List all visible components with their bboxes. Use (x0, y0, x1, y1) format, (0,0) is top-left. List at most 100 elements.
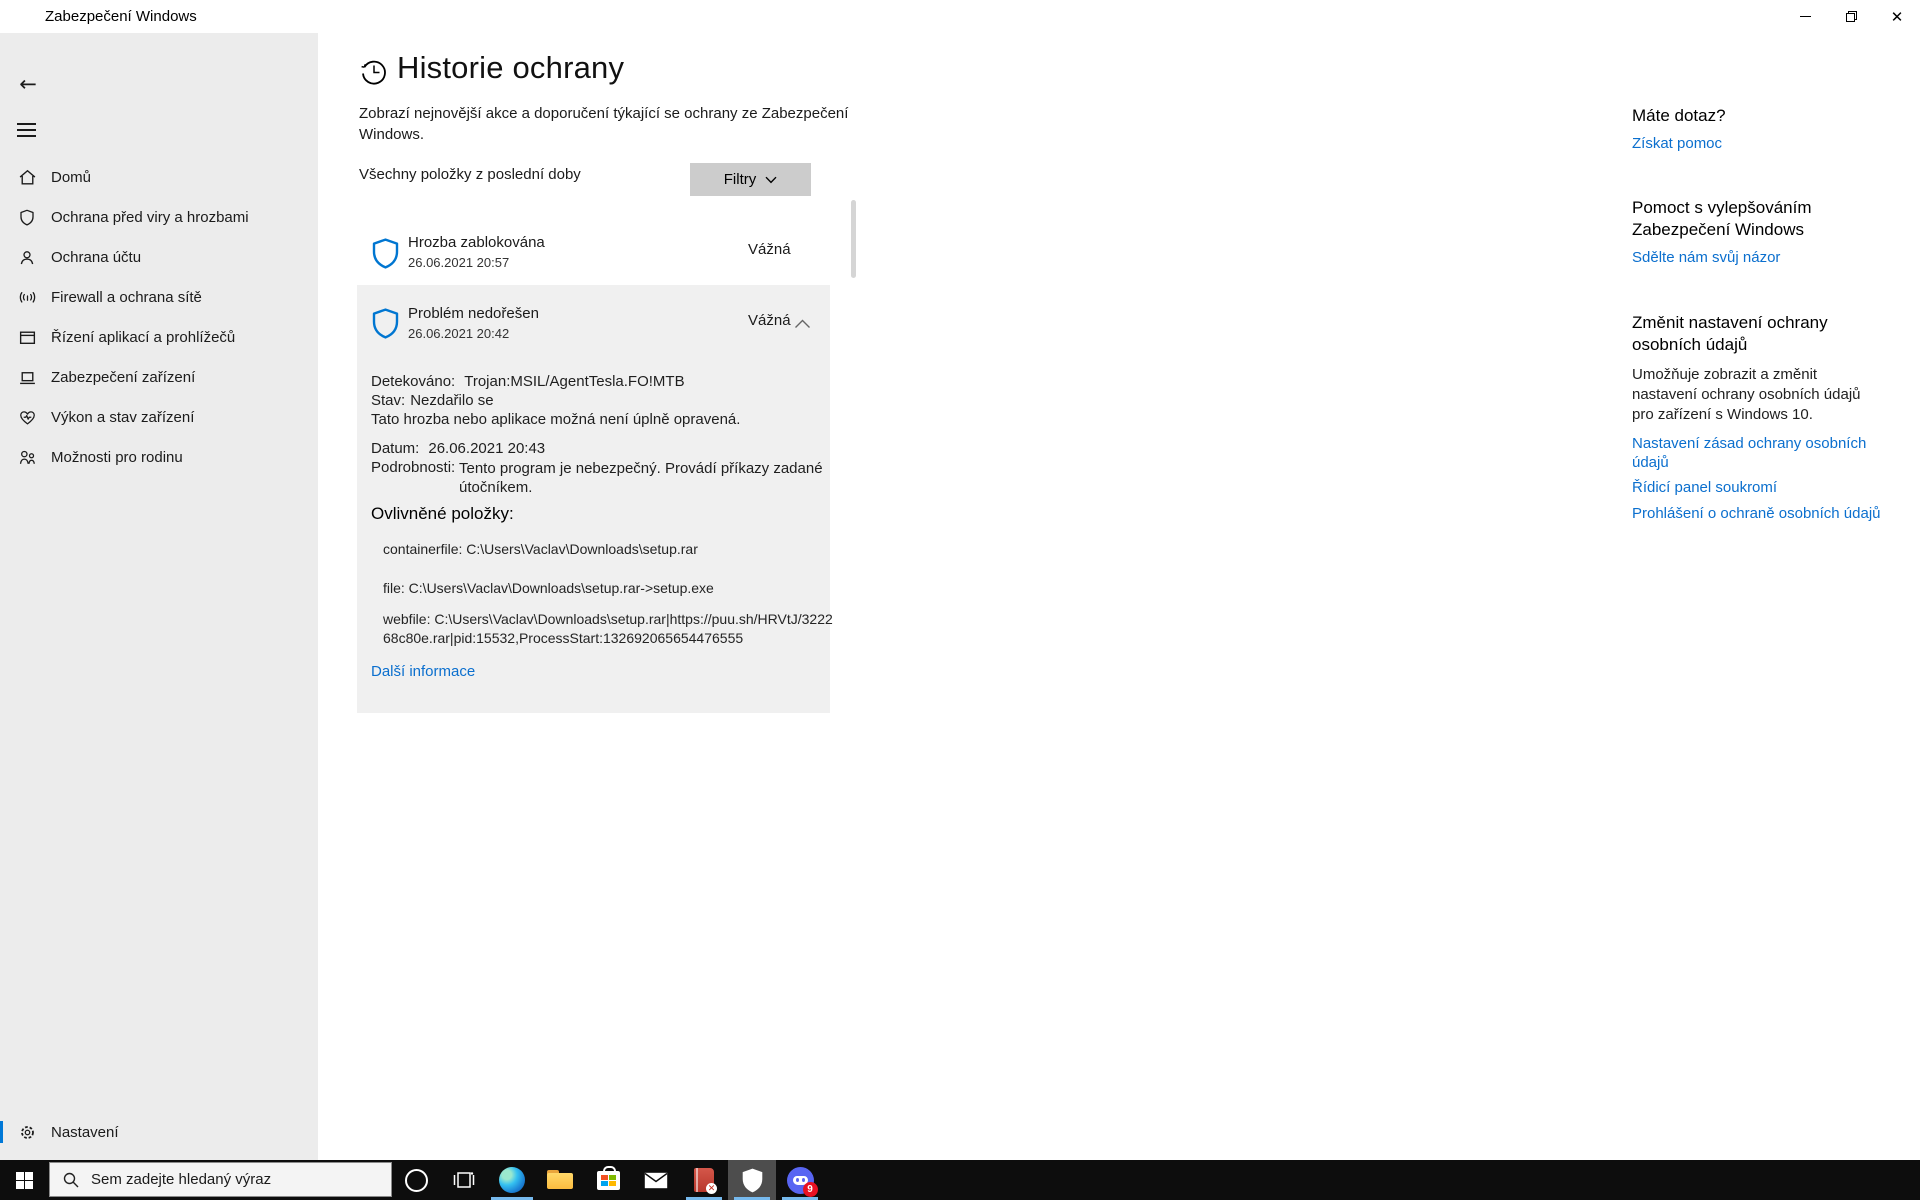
sidebar-item-home[interactable]: Domů (0, 157, 318, 197)
start-button[interactable] (0, 1160, 48, 1200)
task-view-icon (453, 1171, 475, 1189)
mail-button[interactable] (632, 1160, 680, 1200)
sidebar-item-app-browser-control[interactable]: Řízení aplikací a prohlížečů (0, 317, 318, 357)
affected-items-heading: Ovlivněné položky: (371, 504, 514, 524)
detected-line: Detekováno: Trojan:MSIL/AgentTesla.FO!MTB (371, 373, 685, 390)
sidebar-item-label: Výkon a stav zařízení (51, 409, 194, 426)
taskbar-search[interactable] (49, 1162, 392, 1197)
threat-shield-icon (372, 238, 399, 269)
privacy-statement-link[interactable]: Prohlášení o ochraně osobních údajů (1632, 504, 1881, 523)
status-line: Stav: Nezdařilo se (371, 392, 494, 409)
privacy-heading: Změnit nastavení ochrany osobních údajů (1632, 312, 1884, 356)
privacy-settings-link[interactable]: Nastavení zásad ochrany osobních údajů (1632, 434, 1882, 472)
scrollbar[interactable] (851, 200, 856, 278)
sidebar-item-virus-protection[interactable]: Ochrana před viry a hrozbami (0, 197, 318, 237)
chevron-up-icon[interactable] (794, 316, 811, 334)
sidebar-item-label: Domů (51, 169, 91, 186)
sidebar-item-label: Ochrana účtu (51, 249, 141, 266)
details-value: Tento program je nebezpečný. Provádí pří… (459, 459, 833, 497)
affected-item: containerfile: C:\Users\Vaclav\Downloads… (383, 540, 835, 559)
sidebar-nav: Domů Ochrana před viry a hrozbami Ochran… (0, 157, 318, 477)
sidebar-item-label: Řízení aplikací a prohlížečů (51, 329, 235, 346)
sidebar-item-label: Ochrana před viry a hrozbami (51, 209, 249, 226)
menu-button[interactable] (17, 123, 36, 141)
back-button[interactable]: ← (14, 71, 42, 97)
discord-button[interactable]: 9 (776, 1160, 824, 1200)
close-icon: ✕ (1891, 8, 1904, 26)
severity-label: Vážná (748, 312, 791, 329)
sidebar-item-family-options[interactable]: Možnosti pro rodinu (0, 437, 318, 477)
protection-history-item-expanded: Problém nedořešen 26.06.2021 20:42 Vážná… (357, 285, 830, 713)
family-icon (16, 447, 38, 467)
sidebar-item-firewall[interactable]: Firewall a ochrana sítě (0, 277, 318, 317)
home-icon (16, 167, 38, 187)
virus-shield-icon (16, 207, 38, 227)
device-health-icon (16, 407, 38, 427)
file-explorer-icon (547, 1170, 573, 1190)
date-label: Datum: (371, 440, 419, 457)
microsoft-store-icon (597, 1171, 620, 1190)
privacy-dashboard-link[interactable]: Řídicí panel soukromí (1632, 478, 1777, 497)
page-title: Historie ochrany (397, 50, 624, 86)
sidebar-item-label: Nastavení (51, 1124, 119, 1141)
item-title: Problém nedořešen (408, 305, 539, 322)
scope-label: Všechny položky z poslední doby (359, 166, 581, 183)
history-clock-icon (359, 57, 389, 92)
windows-logo-icon (16, 1172, 33, 1189)
firewall-network-icon (16, 287, 38, 307)
file-explorer-button[interactable] (536, 1160, 584, 1200)
item-date: 26.06.2021 20:42 (408, 326, 509, 341)
affected-item: webfile: C:\Users\Vaclav\Downloads\setup… (383, 610, 835, 648)
window-title: Zabezpečení Windows (45, 0, 197, 33)
status-value: Nezdařilo se (410, 392, 493, 409)
sidebar-item-settings[interactable]: Nastavení (0, 1112, 318, 1152)
windows-security-icon (741, 1167, 764, 1194)
contacts-app-button[interactable]: ✕ (680, 1160, 728, 1200)
task-view-button[interactable] (440, 1160, 488, 1200)
taskbar: ✕ 9 19°C Přev. slunečno (0, 1160, 1920, 1200)
mail-icon (644, 1172, 668, 1189)
feedback-link[interactable]: Sdělte nám svůj názor (1632, 248, 1780, 267)
detected-label: Detekováno: (371, 373, 455, 390)
search-input[interactable] (89, 1170, 373, 1189)
gear-icon (16, 1122, 38, 1142)
close-button[interactable]: ✕ (1874, 0, 1920, 33)
chevron-down-icon (765, 176, 777, 184)
sidebar-item-label: Možnosti pro rodinu (51, 449, 183, 466)
threat-shield-icon (372, 308, 399, 339)
details-line: Podrobnosti: Tento program je nebezpečný… (371, 459, 833, 497)
restore-button[interactable] (1828, 0, 1874, 33)
store-button[interactable] (584, 1160, 632, 1200)
discord-icon: 9 (787, 1167, 814, 1194)
date-line: Datum:26.06.2021 20:43 (371, 440, 545, 457)
discord-notification-badge: 9 (803, 1182, 818, 1197)
contacts-blocked-icon: ✕ (694, 1168, 714, 1192)
device-security-icon (16, 367, 38, 387)
titlebar: Zabezpečení Windows ✕ (0, 0, 1920, 33)
edge-button[interactable] (488, 1160, 536, 1200)
status-label: Stav: (371, 392, 405, 409)
more-info-link[interactable]: Další informace (371, 663, 475, 680)
affected-item: file: C:\Users\Vaclav\Downloads\setup.ra… (383, 579, 835, 598)
account-icon (16, 247, 38, 267)
sidebar-item-device-health[interactable]: Výkon a stav zařízení (0, 397, 318, 437)
minimize-button[interactable] (1782, 0, 1828, 33)
back-arrow-icon: ← (19, 72, 37, 96)
cortana-icon (405, 1169, 428, 1192)
status-note: Tato hrozba nebo aplikace možná není úpl… (371, 411, 740, 428)
app-browser-icon (16, 327, 38, 347)
detected-value: Trojan:MSIL/AgentTesla.FO!MTB (464, 373, 684, 390)
sidebar-item-account-protection[interactable]: Ochrana účtu (0, 237, 318, 277)
filter-button-label: Filtry (724, 171, 757, 188)
get-help-link[interactable]: Získat pomoc (1632, 134, 1722, 153)
restore-icon (1845, 10, 1858, 23)
sidebar-item-device-security[interactable]: Zabezpečení zařízení (0, 357, 318, 397)
filter-button[interactable]: Filtry (690, 163, 811, 196)
details-label: Podrobnosti: (371, 459, 459, 497)
windows-security-button[interactable] (728, 1160, 776, 1200)
feedback-heading: Pomoct s vylepšováním Zabezpečení Window… (1632, 197, 1847, 241)
item-date: 26.06.2021 20:57 (408, 255, 509, 270)
cortana-button[interactable] (392, 1160, 440, 1200)
severity-label: Vážná (748, 241, 791, 258)
help-heading: Máte dotaz? (1632, 105, 1726, 127)
